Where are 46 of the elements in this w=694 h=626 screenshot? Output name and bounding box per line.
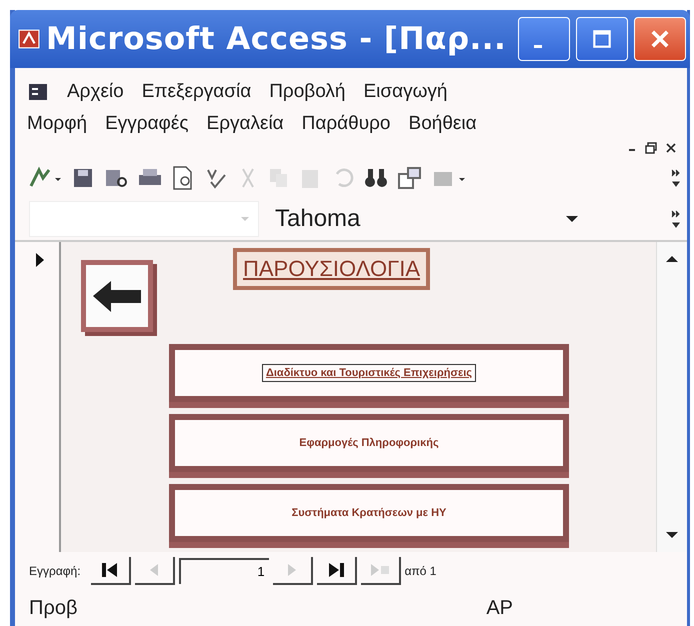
app-icon — [18, 28, 40, 50]
minimize-icon — [534, 44, 542, 48]
window-title: Microsoft Access - [Παρ... — [46, 21, 508, 57]
next-record-button[interactable] — [272, 557, 313, 585]
previous-record-button[interactable] — [134, 557, 175, 585]
record-count: από 1 — [404, 564, 436, 578]
menu-item[interactable]: Εγγραφές — [105, 113, 189, 135]
maximize-button[interactable] — [576, 17, 628, 61]
minimize-button[interactable] — [518, 17, 570, 61]
next-icon — [286, 563, 298, 577]
last-icon — [326, 562, 345, 578]
menu-item[interactable]: Μορφή — [27, 113, 88, 135]
scrollbar[interactable] — [656, 242, 687, 552]
first-record-button[interactable] — [90, 557, 131, 585]
scroll-down-icon[interactable] — [664, 530, 680, 540]
save-icon[interactable] — [71, 166, 95, 190]
new-record-icon — [368, 563, 391, 577]
first-icon — [100, 562, 119, 578]
menu-item[interactable]: Εργαλεία — [206, 113, 284, 135]
last-record-button[interactable] — [316, 557, 357, 585]
caret-icon — [240, 215, 250, 223]
close-icon[interactable] — [665, 142, 677, 154]
status-indicator: ΑΡ — [486, 596, 513, 620]
record-label: Εγγραφή: — [29, 564, 81, 578]
binoculars-icon[interactable] — [363, 166, 389, 190]
maximize-icon — [591, 28, 613, 50]
menu-item[interactable]: Εισαγωγή — [363, 81, 448, 103]
caret-icon — [565, 214, 579, 224]
previous-icon — [148, 563, 160, 577]
menu-item[interactable]: Παράθυρο — [302, 113, 391, 135]
new-record-button[interactable] — [360, 557, 401, 585]
font-dropdown[interactable]: Tahoma — [267, 201, 587, 237]
menu-item[interactable]: Επεξεργασία — [142, 81, 252, 103]
record-number-field[interactable]: 1 — [178, 558, 269, 584]
properties-icon[interactable] — [397, 166, 423, 190]
menu-item[interactable]: Αρχείο — [67, 81, 124, 103]
form-icon[interactable] — [27, 82, 49, 102]
menu-item[interactable]: Προβολή — [269, 81, 346, 103]
record-selector-icon — [35, 252, 45, 268]
scroll-up-icon[interactable] — [664, 254, 680, 264]
arrow-icon — [91, 279, 143, 313]
restore-icon[interactable] — [645, 142, 657, 154]
form-title: ΠΑΡΟΥΣΙΟΛΟΓΙΑ — [233, 248, 430, 290]
close-button[interactable] — [634, 17, 686, 61]
status-text: Προβ — [29, 596, 78, 620]
menu-item[interactable]: Βοήθεια — [408, 113, 477, 135]
